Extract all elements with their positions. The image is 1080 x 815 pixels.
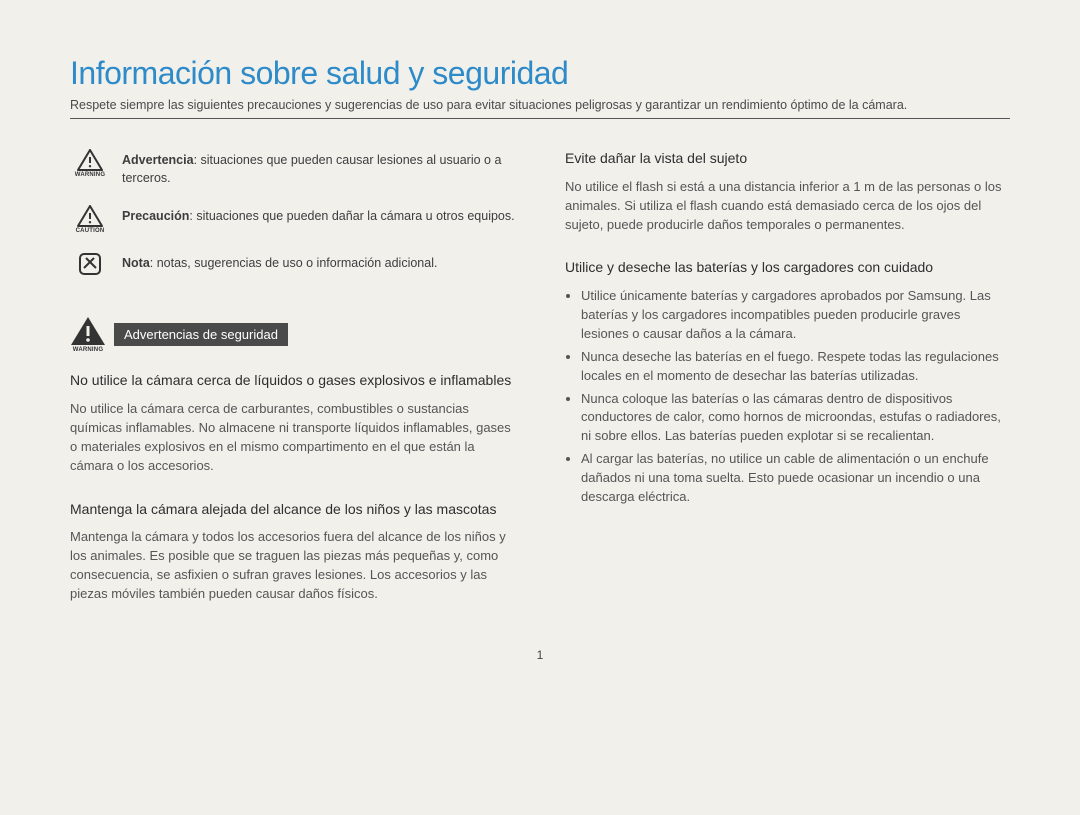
warning-icon-caption: WARNING (75, 172, 105, 178)
safety-warnings-banner: WARNING Advertencias de seguridad (70, 316, 515, 353)
page: Información sobre salud y seguridad Resp… (0, 0, 1080, 682)
definition-note-label: Nota (122, 256, 150, 270)
section-bullets: Utilice únicamente baterías y cargadores… (565, 287, 1010, 506)
caution-icon: CAUTION (70, 205, 110, 234)
note-icon (70, 252, 110, 276)
columns: WARNING Advertencia: situaciones que pue… (70, 149, 1010, 628)
definition-caution-label: Precaución (122, 209, 189, 223)
definition-warning-text: Advertencia: situaciones que pueden caus… (122, 149, 515, 187)
section-body: No utilice el flash si está a una distan… (565, 178, 1010, 235)
warning-icon: WARNING (70, 149, 110, 178)
definition-note-body: : notas, sugerencias de uso o informació… (150, 256, 438, 270)
banner-warning-icon: WARNING (70, 316, 106, 353)
banner-icon-caption: WARNING (73, 347, 103, 353)
definition-warning: WARNING Advertencia: situaciones que pue… (70, 149, 515, 187)
section-heading: No utilice la cámara cerca de líquidos o… (70, 371, 515, 390)
section-heading: Evite dañar la vista del sujeto (565, 149, 1010, 168)
banner-label: Advertencias de seguridad (114, 323, 288, 346)
definition-note-text: Nota: notas, sugerencias de uso o inform… (122, 252, 437, 272)
definition-caution-body: : situaciones que pueden dañar la cámara… (189, 209, 514, 223)
caution-icon-caption: CAUTION (76, 228, 105, 234)
definition-warning-label: Advertencia (122, 153, 194, 167)
page-number: 1 (70, 648, 1010, 662)
definitions-block: WARNING Advertencia: situaciones que pue… (70, 149, 515, 276)
definition-caution: CAUTION Precaución: situaciones que pued… (70, 205, 515, 234)
list-item: Utilice únicamente baterías y cargadores… (581, 287, 1010, 344)
list-item: Nunca coloque las baterías o las cámaras… (581, 390, 1010, 447)
definition-caution-text: Precaución: situaciones que pueden dañar… (122, 205, 515, 225)
page-title: Información sobre salud y seguridad (70, 55, 1010, 92)
section-heading: Mantenga la cámara alejada del alcance d… (70, 500, 515, 519)
section-body: No utilice la cámara cerca de carburante… (70, 400, 515, 475)
definition-note: Nota: notas, sugerencias de uso o inform… (70, 252, 515, 276)
list-item: Al cargar las baterías, no utilice un ca… (581, 450, 1010, 507)
list-item: Nunca deseche las baterías en el fuego. … (581, 348, 1010, 386)
right-column: Evite dañar la vista del sujeto No utili… (565, 149, 1010, 628)
intro-text: Respete siempre las siguientes precaucio… (70, 98, 1010, 119)
section-body: Mantenga la cámara y todos los accesorio… (70, 528, 515, 603)
left-column: WARNING Advertencia: situaciones que pue… (70, 149, 515, 628)
section-heading: Utilice y deseche las baterías y los car… (565, 258, 1010, 277)
